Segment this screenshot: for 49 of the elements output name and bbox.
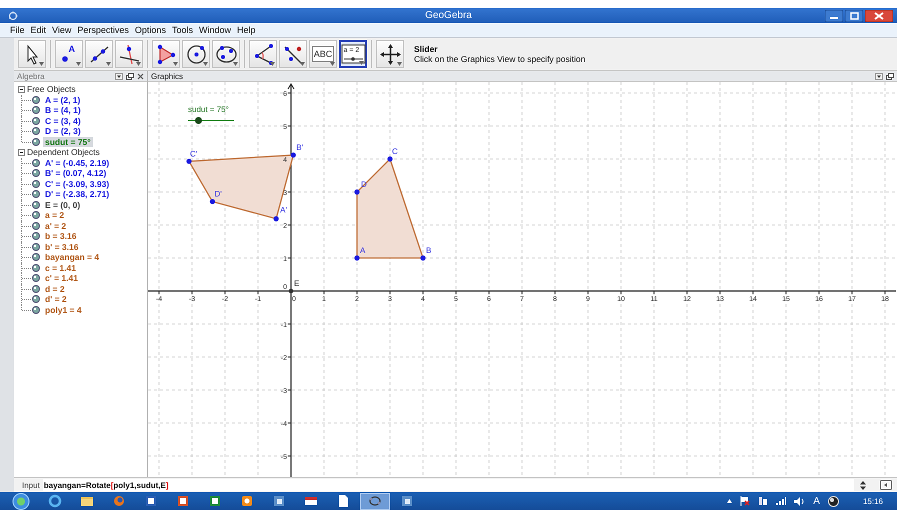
menu-item[interactable]: Perspectives [77, 24, 129, 36]
tool-button[interactable]: ABC [309, 40, 337, 68]
algebra-item[interactable]: c = 1.41 [43, 262, 78, 273]
panel-title: Algebra [17, 72, 45, 80]
point-label: E [294, 279, 300, 288]
point-label: B' [296, 143, 304, 152]
point-label: D' [214, 190, 222, 199]
group-label: Dependent Objects [27, 147, 100, 158]
algebra-item[interactable]: A = (2, 1) [43, 94, 82, 105]
algebra-item[interactable]: c' = 1.41 [43, 273, 80, 284]
algebra-item[interactable]: C' = (-3.09, 3.93) [43, 178, 112, 189]
algebra-item[interactable]: poly1 = 4 [43, 304, 84, 315]
language-indicator[interactable]: A [813, 496, 820, 506]
menu-item[interactable]: File [10, 24, 25, 36]
point-label: A [360, 246, 366, 255]
algebra-item[interactable]: a = 2 [43, 210, 66, 220]
algebra-item[interactable]: A' = (-0.45, 2.19) [43, 158, 112, 168]
algebra-item[interactable]: b' = 3.16 [43, 242, 80, 252]
input-field[interactable]: bayangan=Rotate[poly1,sudut,E] [42, 479, 854, 491]
algebra-item[interactable]: d = 2 [43, 284, 67, 294]
algebra-item[interactable]: B = (4, 1) [43, 105, 83, 116]
algebra-item[interactable]: C = (3, 4) [43, 116, 83, 126]
panel-title: Graphics [151, 72, 184, 80]
algebra-item[interactable]: B' = (0.07, 4.12) [43, 168, 108, 178]
menu-item[interactable]: Options [134, 24, 166, 36]
menu-item[interactable]: Window [198, 24, 231, 36]
window-title: GeoGebra [424, 10, 473, 21]
algebra-item[interactable]: D = (2, 3) [43, 126, 83, 136]
menu-item[interactable]: Tools [172, 24, 193, 36]
menu-item[interactable]: Help [236, 24, 256, 36]
menu-item[interactable]: Edit [30, 24, 46, 36]
tool-name: Slider [414, 44, 439, 54]
algebra-item[interactable]: E = (0, 0) [43, 200, 82, 210]
slider-label: sudut = 75° [188, 105, 230, 114]
algebra-item[interactable]: D' = (-2.38, 2.71) [43, 189, 112, 200]
point-label: B [426, 246, 432, 255]
input-label: Input [22, 480, 40, 490]
algebra-item[interactable]: d' = 2 [43, 294, 69, 304]
clock[interactable]: 15:16 [862, 496, 883, 506]
algebra-item[interactable]: bayangan = 4 [43, 252, 102, 262]
algebra-item[interactable]: sudut = 75° [43, 136, 93, 147]
tool-hint: Click on the Graphics View to specify position [414, 54, 586, 64]
point-label: C' [190, 149, 198, 158]
point-label: A' [280, 206, 288, 215]
algebra-item[interactable]: b = 3.16 [43, 231, 78, 242]
point-label: C [392, 147, 398, 156]
algebra-item[interactable]: a' = 2 [43, 220, 68, 231]
group-label: Free Objects [27, 84, 76, 94]
menu-item[interactable]: View [52, 24, 72, 36]
